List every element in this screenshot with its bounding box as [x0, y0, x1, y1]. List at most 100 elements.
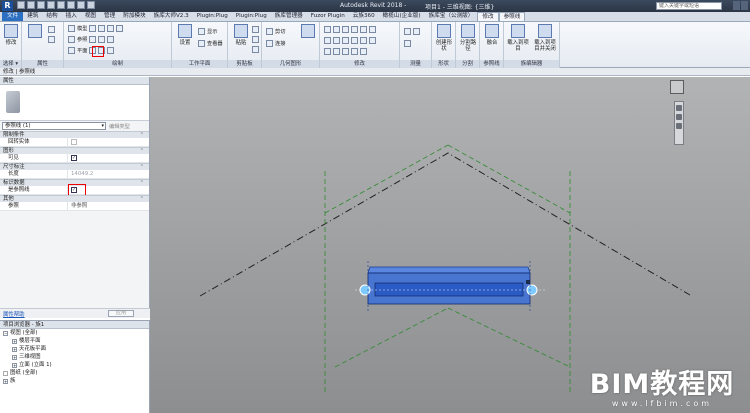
minimize-icon[interactable]: [733, 1, 740, 10]
collapse-icon[interactable]: −: [3, 330, 8, 336]
copy-small-icon[interactable]: [333, 37, 340, 44]
extend-icon[interactable]: [360, 37, 367, 44]
divide-path-button[interactable]: 分割路径: [458, 24, 478, 58]
array-icon[interactable]: [324, 48, 331, 55]
rectangle-icon[interactable]: [89, 25, 97, 32]
edit-type-button[interactable]: 编辑类型: [109, 123, 130, 130]
plane-icon[interactable]: [68, 47, 75, 54]
delete-icon[interactable]: [360, 48, 367, 55]
group-other[interactable]: 其他: [0, 195, 149, 203]
move-small-icon[interactable]: [324, 37, 331, 44]
tree-node-3d-views[interactable]: + 三维视图: [0, 353, 149, 361]
select-panel-label[interactable]: 选择 ▾: [0, 60, 21, 68]
tab-plugin-2[interactable]: Plugin:Plug: [232, 12, 271, 21]
tree-node-views[interactable]: − 视图 (全部): [0, 329, 149, 337]
match-type-icon[interactable]: [252, 46, 259, 53]
align-icon[interactable]: [324, 26, 331, 33]
tab-fuzor[interactable]: Fuzor Plugin: [307, 12, 349, 21]
line-icon[interactable]: [68, 25, 75, 32]
measure-distance-icon[interactable]: [404, 28, 411, 35]
tab-family-treasure[interactable]: 族库宝（公测版）: [425, 12, 478, 21]
tab-structure[interactable]: 结构: [42, 12, 61, 21]
trim-icon[interactable]: [369, 26, 376, 33]
maximize-icon[interactable]: [741, 1, 748, 10]
spline-icon[interactable]: [98, 36, 106, 43]
cut-icon[interactable]: [252, 26, 259, 33]
type-properties-icon[interactable]: [48, 26, 55, 33]
help-search-input[interactable]: 键入关键字或短语: [656, 2, 722, 10]
visible-checkbox[interactable]: ✓: [71, 155, 77, 161]
zoom-icon[interactable]: [676, 114, 682, 120]
group-graphics[interactable]: 图形: [0, 147, 149, 155]
join-geometry-icon[interactable]: [266, 40, 273, 47]
print-icon[interactable]: [57, 1, 65, 9]
expand-icon[interactable]: +: [12, 346, 17, 352]
load-into-project-close-button[interactable]: 载入到项目并关闭: [532, 24, 558, 58]
pick-faces-icon[interactable]: [107, 47, 115, 54]
tree-node-elevations[interactable]: + 立面 (立面 1): [0, 361, 149, 369]
open-icon[interactable]: [17, 1, 25, 9]
drawing-canvas[interactable]: BIM教程网 www.lfbim.com: [150, 77, 750, 413]
redo-icon[interactable]: [47, 1, 55, 9]
properties-button[interactable]: [25, 24, 45, 58]
mirror-axis-icon[interactable]: [342, 26, 349, 33]
tab-file[interactable]: 文件: [2, 12, 24, 21]
expand-icon[interactable]: +: [12, 362, 17, 368]
move-tool-button[interactable]: [298, 24, 318, 58]
reference-line-icon[interactable]: [68, 36, 75, 43]
default-3d-icon[interactable]: [77, 1, 85, 9]
expand-icon[interactable]: +: [12, 354, 17, 360]
pick-lines-icon[interactable]: [107, 36, 115, 43]
save-icon[interactable]: [27, 1, 35, 9]
tree-node-families[interactable]: + 族: [0, 377, 149, 385]
tab-family-master[interactable]: 族库大师V2.3: [150, 12, 193, 21]
dimension-icon[interactable]: [404, 40, 411, 47]
type-selector-dropdown[interactable]: 参照线 (1): [2, 122, 106, 130]
pan-icon[interactable]: [676, 123, 682, 129]
measure-along-icon[interactable]: [413, 28, 420, 35]
viewcube-icon[interactable]: [670, 80, 684, 94]
tree-node-ceiling-plans[interactable]: + 天花板平面: [0, 345, 149, 353]
tree-node-sheets[interactable]: 图纸 (全部): [0, 369, 149, 377]
split-gap-icon[interactable]: [369, 37, 376, 44]
group-constraints[interactable]: 限制条件: [0, 131, 149, 139]
apply-button[interactable]: 应用: [108, 310, 134, 317]
steering-wheel-icon[interactable]: [676, 105, 682, 111]
arc-icon[interactable]: [116, 25, 124, 32]
tab-plugin-1[interactable]: Plugin:Plug: [193, 12, 232, 21]
measure-icon[interactable]: [67, 1, 75, 9]
rotate-icon[interactable]: [342, 37, 349, 44]
modify-button[interactable]: 修改: [1, 24, 21, 58]
switch-windows-icon[interactable]: [87, 1, 95, 9]
create-form-button[interactable]: 创建形状: [434, 24, 454, 58]
expand-icon[interactable]: +: [3, 378, 8, 384]
cut-geometry-icon[interactable]: [266, 28, 273, 35]
revit-app-icon[interactable]: R: [2, 1, 13, 11]
offset-icon[interactable]: [333, 26, 340, 33]
set-workplane-button[interactable]: 设置: [175, 24, 195, 58]
expand-icon[interactable]: +: [12, 338, 17, 344]
viewer-icon[interactable]: [198, 40, 205, 47]
scale-icon[interactable]: [333, 48, 340, 55]
show-workplane-icon[interactable]: [198, 28, 205, 35]
tab-modify[interactable]: 修改: [477, 12, 499, 21]
undo-icon[interactable]: [37, 1, 45, 9]
paste-button[interactable]: 粘贴: [231, 24, 251, 58]
properties-help-link[interactable]: 属性帮助: [3, 310, 25, 318]
tab-manage[interactable]: 管理: [100, 12, 119, 21]
tab-reference-line[interactable]: 参照线: [498, 12, 526, 21]
tab-insert[interactable]: 插入: [62, 12, 81, 21]
tab-architecture[interactable]: 建筑: [23, 12, 42, 21]
copy-icon[interactable]: [252, 36, 259, 43]
tab-view[interactable]: 视图: [81, 12, 100, 21]
tab-olive-mountain[interactable]: 橄榄山(企业版): [379, 12, 425, 21]
split-icon[interactable]: [360, 26, 367, 33]
unpin-icon[interactable]: [351, 48, 358, 55]
fusion-button[interactable]: 融合: [482, 24, 502, 58]
circle-icon[interactable]: [107, 25, 115, 32]
tab-family-manager[interactable]: 族库管理器: [271, 12, 307, 21]
ellipse-icon[interactable]: [89, 36, 97, 43]
tree-node-floor-plans[interactable]: + 楼层平面: [0, 337, 149, 345]
tab-addins[interactable]: 附加模块: [119, 12, 149, 21]
group-dimensions[interactable]: 尺寸标注: [0, 163, 149, 171]
